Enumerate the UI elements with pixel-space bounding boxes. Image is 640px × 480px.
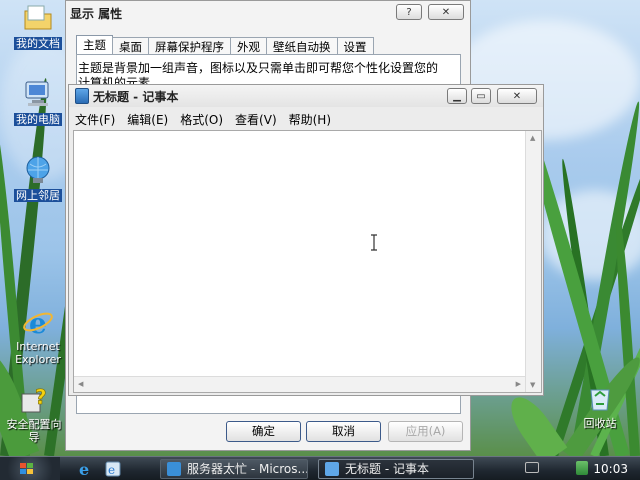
close-icon: ✕ (441, 6, 451, 18)
menu-help[interactable]: 帮助(H) (289, 111, 331, 128)
desktop-icon-recycle-bin[interactable]: 回收站 (568, 382, 632, 430)
taskbar-item-notepad[interactable]: 无标题 - 记事本 (318, 459, 474, 479)
menu-edit[interactable]: 编辑(E) (127, 111, 168, 128)
scroll-down-icon[interactable]: ▼ (530, 381, 535, 389)
ie-icon: e (22, 306, 54, 340)
notepad-task-icon (325, 462, 339, 476)
taskbar: e e 服务器太忙 - Micros... 无标题 - 记事本 10:03 (0, 456, 640, 480)
windows-logo-icon (20, 463, 33, 474)
tab-theme[interactable]: 主题 (76, 35, 113, 56)
desktop-icon-label: 安全配置向导 (6, 418, 62, 444)
quicklaunch-ie-icon[interactable]: e (76, 460, 94, 479)
svg-text:e: e (79, 460, 89, 478)
display-properties-titlebar[interactable]: 显示 属性 ? ✕ (66, 1, 470, 25)
close-button[interactable]: ✕ (428, 4, 464, 20)
notepad-window[interactable]: 无标题 - 记事本 ▁ ▭ ✕ 文件(F) 编辑(E) 格式(O) 查看(V) … (68, 84, 544, 396)
tab-strip: 主题 桌面 屏幕保护程序 外观 壁纸自动换 设置 (76, 35, 374, 56)
svg-text:e: e (29, 307, 47, 338)
window-title: 显示 属性 (70, 6, 123, 21)
close-icon: ✕ (512, 90, 522, 102)
horizontal-scrollbar[interactable]: ◀ ▶ (74, 376, 525, 392)
recycle-bin-icon (584, 382, 616, 414)
text-editor[interactable]: ▲ ▼ ◀ ▶ (73, 130, 542, 393)
system-tray: 10:03 (520, 457, 640, 480)
ie-task-icon (167, 462, 181, 476)
help-icon: ? (406, 6, 412, 18)
menu-format[interactable]: 格式(O) (180, 111, 223, 128)
network-tray-icon[interactable] (576, 461, 588, 475)
desktop-icon-my-documents[interactable]: 我的文档 (6, 2, 70, 50)
scroll-left-icon[interactable]: ◀ (78, 380, 83, 388)
desktop-icon-ie[interactable]: e Internet Explorer (6, 306, 70, 366)
desktop-icon-network[interactable]: 网上邻居 (6, 154, 70, 202)
maximize-icon: ▭ (476, 90, 486, 102)
quicklaunch-explorer-icon[interactable]: e (104, 460, 122, 478)
help-button[interactable]: ? (396, 4, 422, 20)
notepad-icon (75, 88, 89, 104)
desktop-icon-my-computer[interactable]: 我的电脑 (6, 78, 70, 126)
svg-text:e: e (108, 463, 115, 477)
notepad-titlebar[interactable]: 无标题 - 记事本 ▁ ▭ ✕ (69, 85, 543, 107)
security-wizard-icon: ? (18, 384, 50, 416)
desktop-icon-security-wizard[interactable]: ? 安全配置向导 (2, 384, 66, 444)
scroll-right-icon[interactable]: ▶ (516, 380, 521, 388)
desktop: 我的文档 我的电脑 网上邻居 e Internet Explorer ? 安全配… (0, 0, 640, 456)
apply-button[interactable]: 应用(A) (388, 421, 463, 442)
taskbar-item-ie[interactable]: 服务器太忙 - Micros... (160, 459, 308, 479)
start-button[interactable] (0, 457, 60, 480)
desktop-icon-label: Internet Explorer (15, 340, 61, 366)
desktop-icon-label: 网上邻居 (14, 189, 62, 202)
computer-icon (22, 78, 54, 110)
menu-view[interactable]: 查看(V) (235, 111, 277, 128)
maximize-button[interactable]: ▭ (471, 88, 491, 104)
minimize-button[interactable]: ▁ (447, 88, 467, 104)
cancel-button[interactable]: 取消 (306, 421, 381, 442)
scroll-up-icon[interactable]: ▲ (530, 134, 535, 142)
window-title: 无标题 - 记事本 (93, 89, 179, 104)
taskbar-item-label: 无标题 - 记事本 (345, 462, 429, 476)
menu-file[interactable]: 文件(F) (75, 111, 115, 128)
network-icon (22, 154, 54, 186)
vertical-scrollbar[interactable]: ▲ ▼ (525, 131, 541, 392)
minimize-icon: ▁ (453, 90, 461, 102)
desktop-icon-label: 我的电脑 (14, 113, 62, 126)
keyboard-icon[interactable] (525, 462, 539, 473)
taskbar-item-label: 服务器太忙 - Micros... (187, 462, 308, 476)
menu-bar: 文件(F) 编辑(E) 格式(O) 查看(V) 帮助(H) (69, 109, 543, 129)
svg-text:?: ? (35, 385, 47, 409)
desktop-icon-label: 我的文档 (14, 37, 62, 50)
folder-icon (22, 2, 54, 34)
close-button[interactable]: ✕ (497, 88, 537, 104)
text-cursor-icon (371, 234, 377, 251)
desktop-icon-label: 回收站 (583, 417, 617, 430)
clock[interactable]: 10:03 (593, 457, 628, 480)
ok-button[interactable]: 确定 (226, 421, 301, 442)
